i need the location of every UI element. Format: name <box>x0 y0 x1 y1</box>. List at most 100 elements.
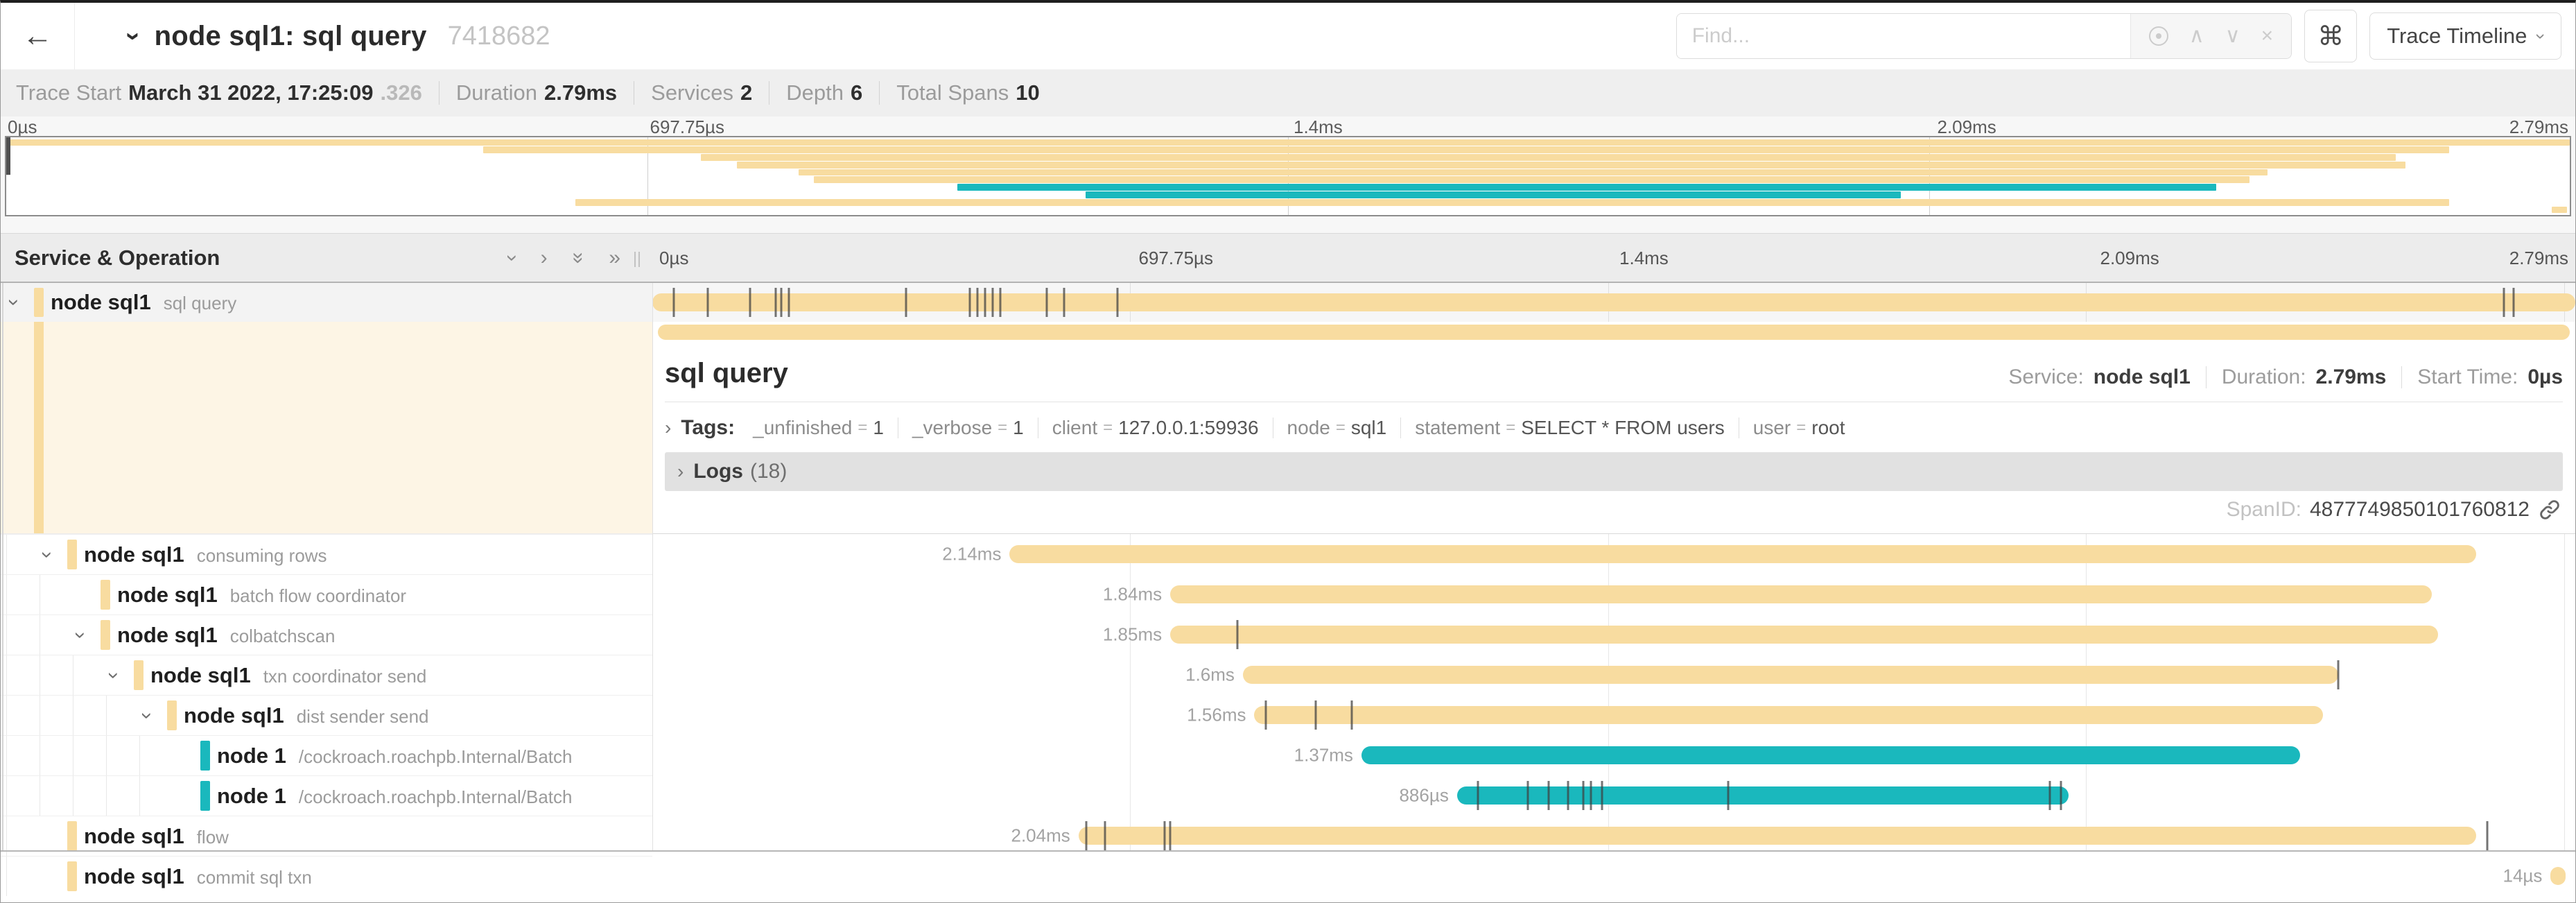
timeline-tick-header: 0µs697.75µs1.4ms2.09ms2.79ms <box>652 234 2575 282</box>
span-row-timeline-cell[interactable] <box>652 283 2575 322</box>
span-row-tree-cell[interactable]: node sql1commit sql txn <box>1 856 652 896</box>
minimap-span-bar <box>799 169 2268 176</box>
span-row[interactable]: › node sql1consuming rows 2.14ms <box>1 534 2575 574</box>
span-row[interactable]: › node sql1txn coordinator send 1.6ms <box>1 655 2575 695</box>
detail-span-meta: Service: node sql1 Duration: 2.79ms Star… <box>2008 366 2563 389</box>
collapse-all-icon[interactable]: » <box>566 252 590 264</box>
expand-all-icon[interactable]: » <box>609 246 620 270</box>
tag-key: user <box>1753 417 1791 439</box>
span-row-tree-cell[interactable]: node 1/cockroach.roachpb.Internal/Batch <box>1 735 652 775</box>
spanid-value: 4877749850101760812 <box>2310 498 2530 522</box>
minimap-span-bar <box>957 184 2216 191</box>
link-icon[interactable] <box>2538 498 2561 522</box>
span-row-timeline-cell[interactable]: 14µs <box>658 856 2570 896</box>
tree-guide-line <box>6 857 7 896</box>
span-row[interactable]: ›node sql1colbatchscan1.85ms <box>1 614 2575 655</box>
log-marker <box>905 288 907 317</box>
back-button[interactable]: ← <box>1 3 75 69</box>
span-bar[interactable] <box>1254 706 2323 724</box>
span-bar[interactable] <box>652 293 2575 311</box>
chevron-right-icon[interactable]: › <box>665 417 671 439</box>
log-marker <box>1104 821 1106 850</box>
span-row-tree-cell[interactable]: › node sql1txn coordinator send <box>1 655 652 695</box>
chevron-down-icon[interactable]: › <box>37 551 58 558</box>
span-bar[interactable] <box>1170 626 2438 644</box>
span-row-timeline-cell[interactable]: 1.84ms <box>658 574 2570 614</box>
panel-divider[interactable] <box>652 283 653 850</box>
span-row[interactable]: node sql1commit sql txn14µs <box>1 856 2575 896</box>
span-row-tree-cell[interactable]: ›node sql1colbatchscan <box>1 614 652 655</box>
span-row-timeline-cell[interactable]: 1.6ms <box>658 655 2570 695</box>
duration-value: 2.79ms <box>2316 366 2387 389</box>
span-row-tree-cell[interactable]: ›node sql1dist sender send <box>1 695 652 735</box>
minimap-span-bar <box>483 146 2449 153</box>
collapse-trace-chevron-icon[interactable]: › <box>119 32 148 41</box>
span-row-tree-cell[interactable]: › node sql1consuming rows <box>1 534 652 574</box>
tree-guide-line <box>6 655 7 695</box>
divider <box>1400 418 1401 438</box>
view-selector-button[interactable]: Trace Timeline › <box>2369 12 2561 60</box>
span-bar[interactable] <box>1170 585 2432 603</box>
span-name-group: node sql1consuming rows <box>84 542 327 567</box>
tag-equals: = <box>998 418 1007 438</box>
chevron-down-icon[interactable]: › <box>103 672 124 679</box>
service-value: node sql1 <box>2094 366 2191 389</box>
span-row-tree-cell[interactable]: node 1/cockroach.roachpb.Internal/Batch <box>1 775 652 816</box>
expand-one-icon[interactable]: › <box>541 246 548 270</box>
span-row-tree-cell[interactable]: ›node sql1sql query <box>1 283 652 322</box>
tag-key: _unfinished <box>753 417 852 439</box>
locate-icon[interactable] <box>2149 26 2168 46</box>
logs-accordion[interactable]: › Logs (18) <box>665 452 2563 491</box>
span-row-timeline-cell[interactable]: 1.37ms <box>658 735 2570 775</box>
trace-minimap[interactable] <box>5 136 2571 216</box>
span-operation-name: /cockroach.roachpb.Internal/Batch <box>299 746 573 767</box>
span-service-name: node 1 <box>217 743 286 768</box>
chevron-down-icon[interactable]: › <box>137 712 157 719</box>
tree-guide-line <box>106 696 107 735</box>
span-name-group: node sql1batch flow coordinator <box>117 583 406 608</box>
find-next-icon[interactable]: ∨ <box>2225 26 2240 46</box>
find-clear-icon[interactable]: × <box>2261 26 2274 46</box>
span-row[interactable]: node 1/cockroach.roachpb.Internal/Batch8… <box>1 775 2575 816</box>
span-row[interactable]: node 1/cockroach.roachpb.Internal/Batch1… <box>1 735 2575 775</box>
log-marker <box>1314 700 1316 730</box>
minimap-row <box>6 191 2570 198</box>
minimap-drag-handle[interactable] <box>6 137 10 175</box>
tag-key: node <box>1287 417 1330 439</box>
span-bar[interactable] <box>658 325 2570 340</box>
minimap-span-bar <box>575 199 2449 206</box>
find-prev-icon[interactable]: ∧ <box>2189 26 2204 46</box>
column-resizer-handle[interactable] <box>634 252 640 267</box>
span-row-tree-cell[interactable]: node sql1batch flow coordinator <box>1 574 652 614</box>
tag-value: 1 <box>873 417 884 439</box>
span-bar[interactable] <box>1079 827 2476 845</box>
minimap-span-bar <box>814 176 2249 183</box>
span-row-timeline-cell[interactable]: 1.56ms <box>658 695 2570 735</box>
span-bar[interactable] <box>1361 746 2300 764</box>
span-row-timeline-cell[interactable]: 2.14ms <box>658 534 2570 574</box>
span-bar[interactable] <box>1243 666 2338 684</box>
services-value: 2 <box>740 80 752 105</box>
span-row-timeline-cell[interactable]: 1.85ms <box>658 614 2570 655</box>
log-marker <box>1526 781 1529 810</box>
trace-start-value: March 31 2022, 17:25:09 <box>128 80 373 105</box>
span-row[interactable]: ›node sql1sql query <box>1 283 2575 322</box>
minimap-row <box>6 154 2570 161</box>
span-row[interactable]: ›node sql1dist sender send1.56ms <box>1 695 2575 735</box>
span-name-group: node sql1txn coordinator send <box>150 663 426 688</box>
span-row[interactable]: node sql1batch flow coordinator 1.84ms <box>1 574 2575 614</box>
log-marker <box>749 288 751 317</box>
tags-accordion[interactable]: › Tags: _unfinished=1_verbose=1client=12… <box>665 416 2563 440</box>
find-input[interactable] <box>1677 14 2130 58</box>
log-marker <box>780 288 782 317</box>
minimap-span-bar <box>737 162 2405 169</box>
collapse-one-icon[interactable]: › <box>501 255 524 261</box>
log-marker <box>984 288 986 317</box>
span-row-timeline-cell[interactable]: 886µs <box>658 775 2570 816</box>
minimap-row <box>6 146 2570 153</box>
chevron-down-icon[interactable]: › <box>70 632 91 639</box>
span-bar[interactable] <box>1009 545 2475 563</box>
keyboard-shortcuts-button[interactable]: ⌘ <box>2304 10 2357 62</box>
chevron-down-icon[interactable]: › <box>3 299 24 306</box>
span-bar[interactable] <box>2550 867 2566 885</box>
